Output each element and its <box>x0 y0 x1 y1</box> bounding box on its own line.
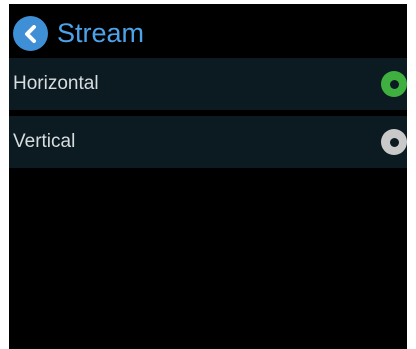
radio-dot <box>389 79 399 89</box>
radio-selected-icon[interactable] <box>381 71 407 97</box>
radio-dot <box>389 137 399 147</box>
page-title: Stream <box>57 18 145 48</box>
option-label-horizontal: Horizontal <box>13 73 99 94</box>
stream-settings-screen: Stream Horizontal Vertical <box>9 4 407 349</box>
back-button[interactable] <box>13 16 48 51</box>
option-label-vertical: Vertical <box>13 131 76 152</box>
option-horizontal[interactable]: Horizontal <box>9 58 407 110</box>
option-vertical[interactable]: Vertical <box>9 116 407 168</box>
radio-unselected-icon[interactable] <box>381 129 407 155</box>
chevron-left-icon <box>24 24 36 43</box>
header: Stream <box>9 4 407 56</box>
